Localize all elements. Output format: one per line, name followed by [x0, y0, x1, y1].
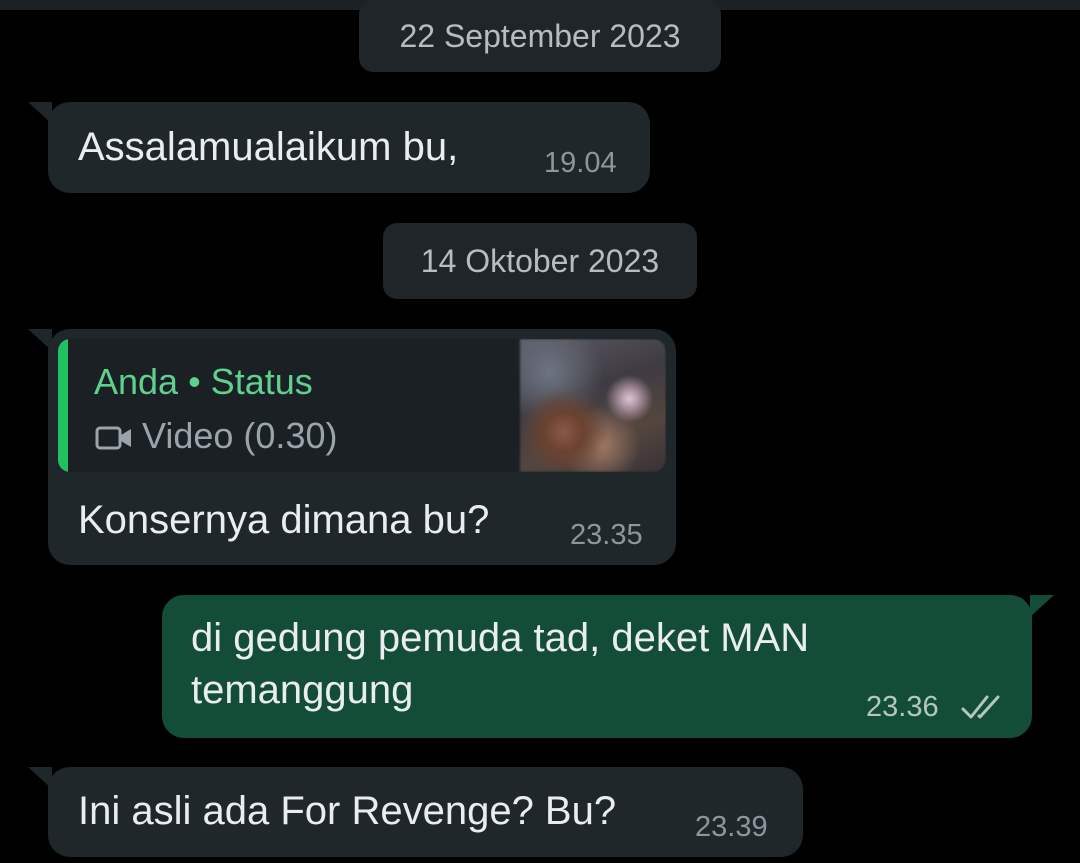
- message-text-line: di gedung pemuda tad, deket MAN: [191, 616, 810, 660]
- message-text: Assalamualaikum bu,: [78, 125, 459, 169]
- chat-screen: 22 September 2023 Assalamualaikum bu, 19…: [0, 0, 1080, 863]
- message-text-line: temanggung: [191, 668, 414, 712]
- date-separator: 14 Oktober 2023: [383, 223, 697, 299]
- message-text: Konsernya dimana bu?: [78, 498, 490, 542]
- quote-accent-bar: [58, 339, 68, 472]
- quoted-status[interactable]: Anda • Status Video (0.30): [58, 339, 666, 472]
- message-text: Ini asli ada For Revenge? Bu?: [78, 789, 617, 833]
- message-time: 23.39: [695, 811, 768, 843]
- message-time: 19.04: [544, 147, 617, 179]
- message-time: 23.35: [570, 519, 643, 551]
- quote-media-label: Video (0.30): [142, 415, 338, 456]
- date-separator: 22 September 2023: [359, 0, 721, 72]
- quote-author: Anda • Status: [94, 361, 313, 402]
- video-camera-icon: [95, 426, 131, 450]
- double-check-icon: [961, 695, 1000, 719]
- status-video-thumbnail[interactable]: [520, 339, 666, 472]
- bubble-tail: [1030, 595, 1054, 617]
- message-time: 23.36: [866, 691, 939, 723]
